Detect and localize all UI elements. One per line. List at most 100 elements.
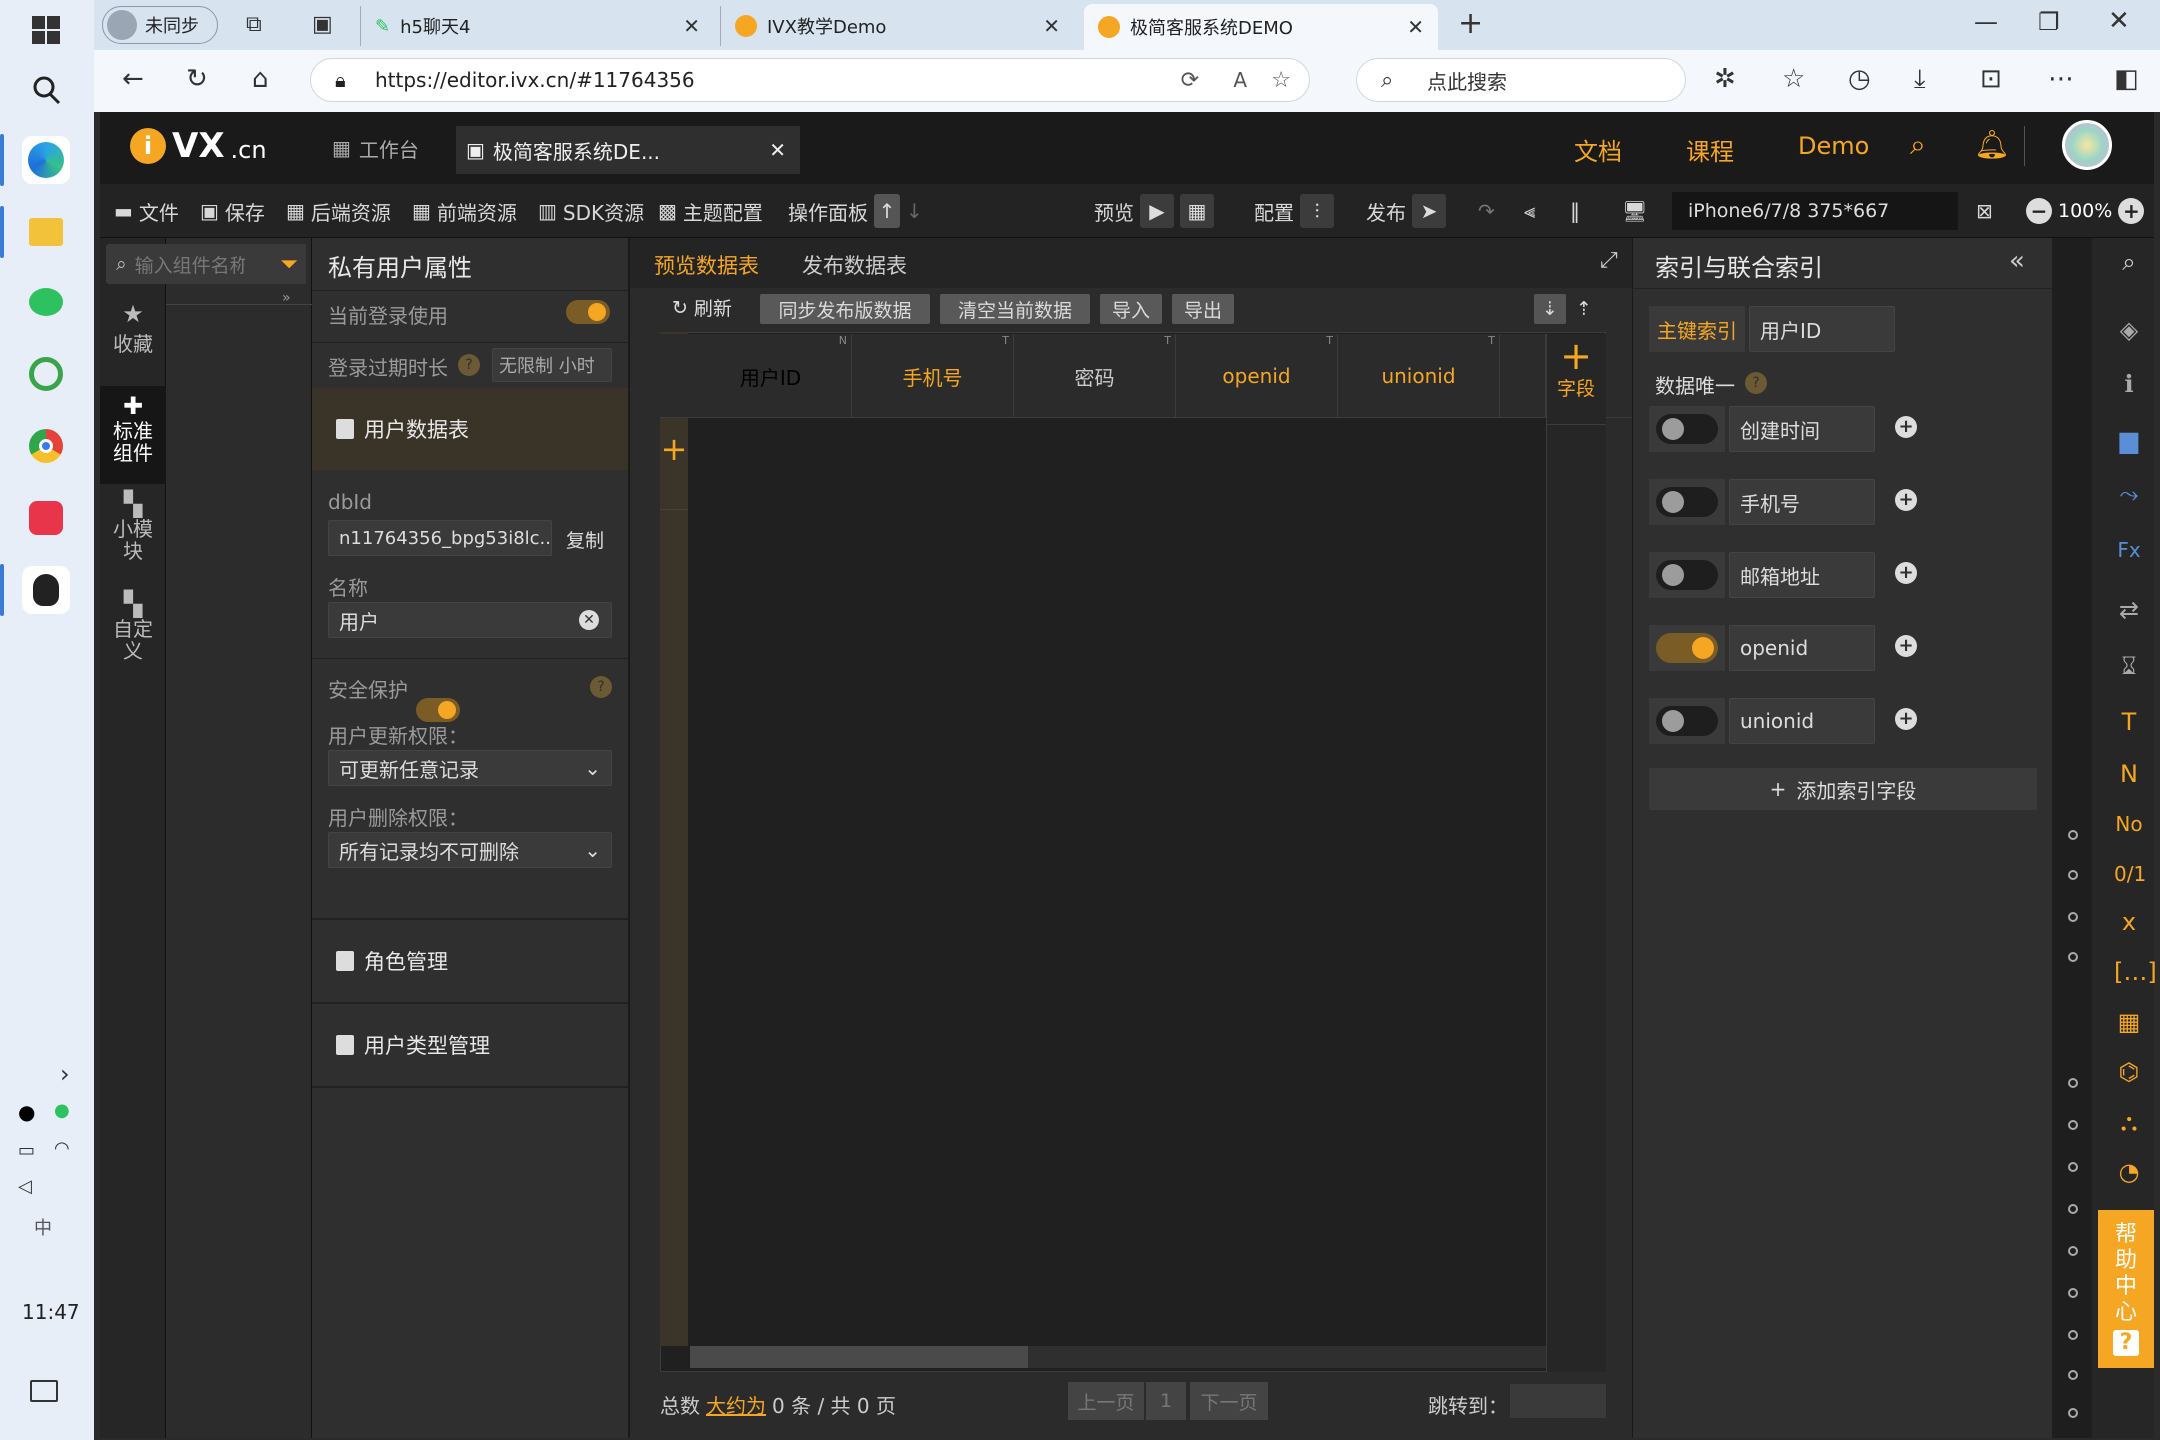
tab-actions-icon[interactable]: ▣ bbox=[312, 12, 333, 37]
hourglass-icon[interactable]: ⌛︎ bbox=[2114, 652, 2144, 680]
nav-favorites[interactable]: ★ 收藏 bbox=[100, 300, 166, 380]
help-icon[interactable]: ? bbox=[1745, 372, 1767, 394]
wifi-icon[interactable]: ◠ bbox=[54, 1138, 70, 1159]
add-union-icon[interactable]: + bbox=[1895, 489, 1917, 511]
save-button[interactable]: ▣ 保存 bbox=[200, 194, 265, 228]
search-icon[interactable]: ⌕ bbox=[2114, 248, 2144, 276]
backend-resources-button[interactable]: ▦ 后端资源 bbox=[286, 194, 391, 228]
downloads-icon[interactable]: ⤓ bbox=[1914, 64, 1926, 95]
help-icon[interactable]: ? bbox=[458, 354, 480, 376]
sidebar-toggle-icon[interactable]: ◧ bbox=[2114, 64, 2139, 94]
column-header[interactable]: 用户ID N bbox=[690, 334, 852, 418]
screenshot-icon[interactable]: ⊡ bbox=[1980, 64, 2002, 94]
avatar[interactable] bbox=[2062, 120, 2112, 170]
ime-icon[interactable]: 中 bbox=[34, 1214, 52, 1240]
tab-active-kefu[interactable]: 极简客服系统DEMO ✕ bbox=[1084, 4, 1438, 50]
expire-input[interactable]: 无限制 小时 bbox=[492, 348, 612, 382]
zoom-in-icon[interactable]: + bbox=[2118, 198, 2145, 224]
arrow-up-icon[interactable]: ↑ bbox=[874, 194, 900, 228]
user-type-section[interactable]: 用户类型管理 bbox=[312, 1004, 628, 1086]
file-button[interactable]: ▬ 文件 bbox=[114, 194, 179, 228]
help-icon[interactable]: ? bbox=[590, 676, 612, 698]
security-toggle[interactable] bbox=[416, 698, 460, 722]
publish-button[interactable]: 发布 ➤ bbox=[1366, 194, 1446, 228]
refresh-icon[interactable]: ↻ bbox=[186, 64, 208, 94]
ivx-logo[interactable]: i VX .cn bbox=[130, 126, 267, 166]
tracking-icon[interactable]: ⟳ bbox=[1181, 68, 1199, 93]
add-union-icon[interactable]: + bbox=[1895, 708, 1917, 730]
clear-data-button[interactable]: 清空当前数据 bbox=[940, 294, 1090, 324]
chat-icon[interactable]: ▆ bbox=[2114, 426, 2144, 454]
add-union-icon[interactable]: + bbox=[1895, 635, 1917, 657]
zoom-out-icon[interactable]: − bbox=[2026, 198, 2052, 224]
ie-browser-icon[interactable] bbox=[22, 350, 70, 398]
index-field[interactable]: 手机号 bbox=[1729, 479, 1875, 525]
close-icon[interactable]: ✕ bbox=[1407, 15, 1424, 39]
tray-wechat-icon[interactable]: ● bbox=[54, 1100, 70, 1121]
read-aloud-icon[interactable]: A bbox=[1233, 68, 1247, 92]
table-icon[interactable]: ▦ bbox=[2114, 1008, 2144, 1036]
align-bar-icon[interactable]: ‖ bbox=[1570, 194, 1580, 228]
name-input[interactable]: 用户 ✕ bbox=[328, 602, 612, 638]
tray-qq-icon[interactable]: ● bbox=[18, 1100, 35, 1124]
clear-icon[interactable]: ✕ bbox=[579, 610, 599, 630]
array-icon[interactable]: […] bbox=[2114, 958, 2157, 986]
app-red-icon[interactable] bbox=[22, 494, 70, 542]
index-field[interactable]: 创建时间 bbox=[1729, 406, 1875, 452]
tab-publish-table[interactable]: 发布数据表 bbox=[802, 250, 907, 280]
windows-start-icon[interactable] bbox=[22, 6, 70, 54]
back-icon[interactable]: ← bbox=[122, 64, 144, 94]
sdk-resources-button[interactable]: ▥ SDK资源 bbox=[538, 194, 644, 228]
horizontal-scrollbar[interactable] bbox=[690, 1346, 1546, 1368]
operation-panel-button[interactable]: 操作面板 ↑ ↓ bbox=[788, 194, 923, 228]
theme-config-button[interactable]: ▩ 主题配置 bbox=[658, 194, 763, 228]
link-courses[interactable]: 课程 bbox=[1686, 132, 1734, 167]
device-icon[interactable]: 🖥︎ bbox=[1622, 194, 1647, 228]
boolean-icon[interactable]: 0/1 bbox=[2114, 862, 2146, 886]
export-button[interactable]: 导出 bbox=[1172, 294, 1234, 324]
new-tab-icon[interactable]: + bbox=[1458, 6, 1483, 41]
index-field[interactable]: 邮箱地址 bbox=[1729, 552, 1875, 598]
sort-desc-icon[interactable]: ⇣ bbox=[1534, 294, 1566, 324]
column-header[interactable]: 手机号 T bbox=[852, 334, 1014, 418]
help-center-button[interactable]: 帮助中心 ? bbox=[2098, 1210, 2154, 1368]
file-explorer-icon[interactable] bbox=[22, 208, 70, 256]
chevron-right-icon[interactable]: › bbox=[60, 1060, 70, 1088]
column-header[interactable]: openid T bbox=[1176, 334, 1338, 418]
info-icon[interactable]: ℹ bbox=[2114, 370, 2144, 398]
preview-button[interactable]: 预览 ▶ ▦ bbox=[1094, 194, 1214, 228]
edge-browser-icon[interactable] bbox=[22, 136, 70, 184]
timer-icon[interactable]: ◔ bbox=[2114, 1158, 2144, 1186]
qrcode-icon[interactable]: ▦ bbox=[1180, 194, 1214, 228]
tab-preview-table[interactable]: 预览数据表 bbox=[654, 250, 759, 280]
login-use-toggle[interactable] bbox=[566, 300, 610, 324]
tree-icon[interactable]: ⛬ bbox=[2114, 1108, 2144, 1136]
layers-icon[interactable]: ◈ bbox=[2114, 316, 2144, 344]
nav-modules[interactable]: ▚ 小模块 bbox=[100, 490, 166, 588]
index-field[interactable]: unionid bbox=[1729, 698, 1875, 744]
variable-x-icon[interactable]: x bbox=[2114, 908, 2144, 936]
unique-toggle[interactable] bbox=[1656, 487, 1718, 517]
lock-icon[interactable]: 🔒︎ bbox=[335, 68, 346, 92]
update-permission-select[interactable]: 可更新任意记录 ⌄ bbox=[328, 750, 612, 786]
prev-page-button[interactable]: 上一页 bbox=[1068, 1382, 1144, 1420]
browser-search-input[interactable]: ⌕ 点此搜索 bbox=[1356, 58, 1686, 102]
close-icon[interactable]: ✕ bbox=[1043, 14, 1060, 38]
unique-toggle[interactable] bbox=[1656, 706, 1718, 736]
tab-workbench[interactable]: ▦ 工作台 bbox=[332, 126, 432, 170]
next-page-button[interactable]: 下一页 bbox=[1190, 1382, 1268, 1420]
add-union-icon[interactable]: + bbox=[1895, 562, 1917, 584]
sync-publish-button[interactable]: 同步发布版数据 bbox=[760, 294, 930, 324]
total-approx-link[interactable]: 大约为 bbox=[706, 1390, 766, 1419]
fullscreen-icon[interactable]: ⤢ bbox=[1600, 248, 1618, 273]
favorite-star-icon[interactable]: ☆ bbox=[1271, 68, 1291, 93]
refresh-button[interactable]: ↻ 刷新 bbox=[672, 294, 732, 321]
link-docs[interactable]: 文档 bbox=[1574, 132, 1622, 167]
nav-standard-components[interactable]: ✚ 标准组件 bbox=[100, 386, 166, 484]
nav-custom[interactable]: ▚ 自定义 bbox=[100, 590, 166, 688]
favorites-icon[interactable]: ☆ bbox=[1782, 64, 1805, 94]
sort-asc-icon[interactable]: ⇡ bbox=[1568, 294, 1600, 324]
window-close-icon[interactable]: ✕ bbox=[2108, 6, 2130, 36]
serial-number-icon[interactable]: No bbox=[2114, 812, 2144, 836]
column-header[interactable]: unionid T bbox=[1338, 334, 1500, 418]
